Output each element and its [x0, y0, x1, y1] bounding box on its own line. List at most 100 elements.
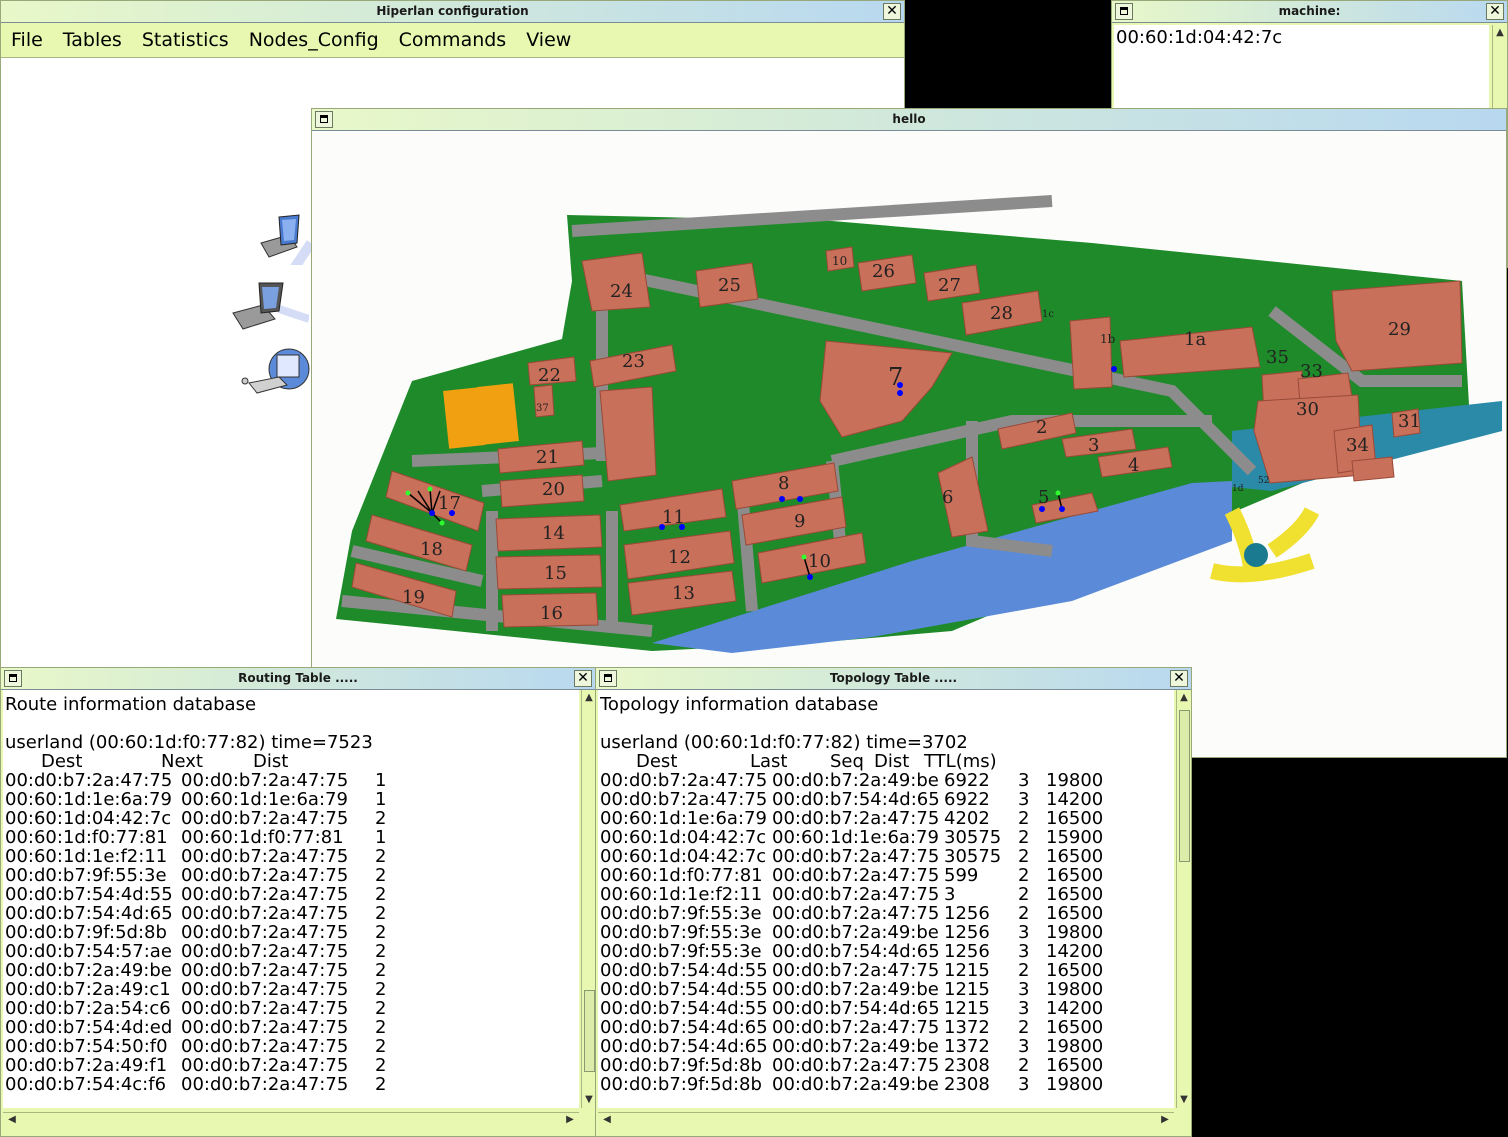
scroll-right-icon[interactable]: ▶ [563, 1114, 577, 1126]
routing-cell: 00:d0:b7:2a:49:be [5, 960, 172, 981]
machine-address: 00:60:1d:04:42:7c [1116, 27, 1283, 48]
scrollbar-thumb[interactable] [584, 990, 595, 1072]
topology-cell: 6922 [944, 770, 990, 791]
map-label: 21 [536, 447, 559, 468]
topology-cell: 00:d0:b7:2a:49:be [772, 979, 939, 1000]
topology-cell: 16500 [1046, 1017, 1104, 1038]
scroll-left-icon[interactable]: ◀ [600, 1114, 614, 1126]
routing-cell: 00:60:1d:1e:6a:79 [5, 789, 172, 810]
network-node [1059, 506, 1065, 512]
routing-cell: 2 [375, 846, 387, 867]
topology-column-ttl: TTL(ms) [924, 751, 997, 772]
hiperlan-titlebar[interactable]: Hiperlan configuration ✕ [1, 1, 904, 23]
topology-cell: 2 [1018, 808, 1030, 829]
topology-cell: 00:60:1d:04:42:7c [600, 827, 767, 848]
desktop-computer-icon[interactable] [239, 345, 311, 401]
network-nodes [429, 366, 1117, 580]
topology-cell: 00:d0:b7:54:4d:65 [772, 941, 940, 962]
close-icon[interactable]: ✕ [1170, 670, 1188, 687]
routing-cell: 00:d0:b7:2a:47:75 [181, 903, 349, 924]
map-label: 15 [544, 563, 567, 584]
map-label: 4 [1128, 455, 1139, 476]
close-icon[interactable]: ✕ [1486, 3, 1504, 20]
map-label: 29 [1388, 319, 1411, 340]
topology-cell: 00:d0:b7:2a:49:be [772, 922, 939, 943]
menu-file[interactable]: File [1, 23, 53, 51]
routing-vertical-scrollbar[interactable]: ▲ ▼ [581, 690, 596, 1108]
map-label: 25 [718, 275, 741, 296]
scroll-down-icon[interactable]: ▼ [1177, 1094, 1191, 1106]
hello-titlebar[interactable]: hello [312, 109, 1506, 131]
topology-cell: 19800 [1046, 922, 1104, 943]
laptop-icon[interactable] [253, 213, 311, 265]
scroll-up-icon[interactable]: ▲ [1493, 27, 1507, 39]
network-node [807, 574, 813, 580]
routing-cell: 00:d0:b7:2a:47:75 [5, 770, 173, 791]
routing-cell: 00:d0:b7:2a:47:75 [181, 1036, 349, 1057]
topology-cell: 3 [1018, 941, 1030, 962]
map-label: 37 [536, 403, 549, 414]
close-icon[interactable]: ✕ [574, 670, 592, 687]
map-label: 22 [538, 365, 561, 386]
routing-cell: 00:d0:b7:54:4d:ed [5, 1017, 173, 1038]
map-label: 23 [622, 351, 645, 372]
topology-cell: 3 [1018, 922, 1030, 943]
routing-heading: Route information database [5, 694, 257, 715]
map-label: 10 [832, 254, 847, 268]
topology-vertical-scrollbar[interactable]: ▲ ▼ [1176, 690, 1191, 1108]
scroll-left-icon[interactable]: ◀ [5, 1114, 19, 1126]
routing-cell: 00:60:1d:1e:6a:79 [181, 789, 348, 810]
scroll-right-icon[interactable]: ▶ [1158, 1114, 1172, 1126]
menu-statistics[interactable]: Statistics [132, 23, 239, 51]
routing-cell: 2 [375, 884, 387, 905]
routing-horizontal-scrollbar[interactable]: ◀ ▶ [3, 1112, 579, 1127]
topology-cell: 00:d0:b7:54:4d:55 [600, 960, 768, 981]
topology-cell: 2308 [944, 1055, 990, 1076]
topology-cell: 00:d0:b7:54:4d:65 [772, 789, 940, 810]
topology-cell: 14200 [1046, 998, 1104, 1019]
map-label: 16 [540, 603, 563, 624]
scroll-down-icon[interactable]: ▼ [582, 1094, 596, 1106]
topology-cell: 16500 [1046, 846, 1104, 867]
topology-titlebar[interactable]: Topology Table ..... ✕ [596, 668, 1191, 690]
routing-cell: 00:d0:b7:2a:49:f1 [5, 1055, 168, 1076]
scrollbar-thumb[interactable] [1179, 710, 1190, 862]
topology-cell: 2 [1018, 827, 1030, 848]
routing-cell: 00:d0:b7:54:4d:55 [5, 884, 173, 905]
routing-cell: 00:60:1d:f0:77:81 [181, 827, 344, 848]
topology-cell: 00:d0:b7:2a:47:75 [600, 789, 768, 810]
topology-cell: 00:d0:b7:9f:55:3e [600, 922, 762, 943]
topology-content: Topology information database userland (… [598, 690, 1174, 1108]
routing-cell: 00:d0:b7:2a:47:75 [181, 922, 349, 943]
close-icon[interactable]: ✕ [883, 3, 901, 20]
menu-view[interactable]: View [516, 23, 581, 51]
scroll-up-icon[interactable]: ▲ [582, 692, 596, 704]
routing-titlebar[interactable]: Routing Table ..... ✕ [1, 668, 595, 690]
network-node [679, 524, 685, 530]
routing-cell: 2 [375, 1036, 387, 1057]
routing-cell: 2 [375, 903, 387, 924]
laptop-icon[interactable] [229, 279, 309, 335]
topology-cell: 00:60:1d:1e:6a:79 [600, 808, 767, 829]
topology-cell: 30575 [944, 827, 1002, 848]
hiperlan-title: Hiperlan configuration [376, 4, 529, 18]
menu-tables[interactable]: Tables [53, 23, 132, 51]
map-label: 2 [1036, 417, 1047, 438]
menu-commands[interactable]: Commands [389, 23, 517, 51]
scroll-up-icon[interactable]: ▲ [1177, 692, 1191, 704]
menu-nodes-config[interactable]: Nodes_Config [239, 23, 389, 51]
routing-cell: 00:d0:b7:2a:47:75 [181, 998, 349, 1019]
routing-cell: 2 [375, 1017, 387, 1038]
map-label: 18 [420, 539, 443, 560]
routing-cell: 1 [375, 789, 387, 810]
network-node [801, 554, 807, 560]
map-label: 3 [1088, 435, 1099, 456]
topology-cell: 16500 [1046, 865, 1104, 886]
topology-cell: 00:d0:b7:9f:55:3e [600, 903, 762, 924]
topology-cell: 00:d0:b7:54:4d:65 [772, 998, 940, 1019]
routing-column-next: Next [161, 751, 203, 772]
routing-cell: 00:60:1d:f0:77:81 [5, 827, 168, 848]
topology-horizontal-scrollbar[interactable]: ◀ ▶ [598, 1112, 1174, 1127]
machine-titlebar[interactable]: machine: ✕ [1112, 1, 1507, 23]
routing-cell: 00:d0:b7:2a:47:75 [181, 846, 349, 867]
